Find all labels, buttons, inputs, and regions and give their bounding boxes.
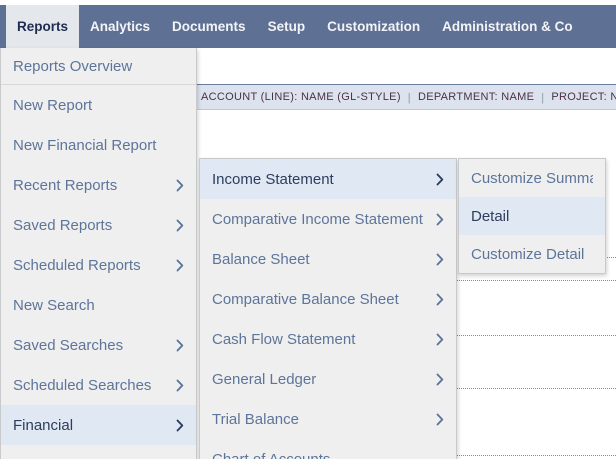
- submenu-chevron-icon: [436, 413, 444, 426]
- submenu-chevron-icon: [436, 253, 444, 266]
- menu-item-financial[interactable]: Financial: [1, 405, 196, 445]
- menu-item-label: Cash Flow Statement: [212, 330, 356, 348]
- submenu-chevron-icon: [436, 333, 444, 346]
- submenu-chevron-icon: [436, 213, 444, 226]
- header-separator: |: [407, 92, 411, 104]
- submenu-chevron-icon: [176, 419, 184, 432]
- menu-item-customize-summary[interactable]: Customize Summary: [459, 159, 605, 197]
- menu-item-label: Trial Balance: [212, 410, 299, 428]
- report-header-segment: ACCOUNT (LINE): NAME (GL-STYLE): [201, 91, 401, 103]
- menu-item-comparative-balance-sheet[interactable]: Comparative Balance Sheet: [200, 279, 456, 319]
- menu-item-general-ledger[interactable]: General Ledger: [200, 359, 456, 399]
- report-header-segment: DEPARTMENT: NAME: [417, 91, 535, 103]
- menu-item-label: Financial: [13, 416, 74, 434]
- submenu-chevron-icon: [436, 173, 444, 186]
- submenu-chevron-icon: [176, 379, 184, 392]
- menu-item-customize-detail[interactable]: Customize Detail: [459, 235, 605, 273]
- menu-item-label: Balance Sheet: [212, 250, 310, 268]
- menu-item-detail[interactable]: Detail: [459, 197, 605, 235]
- submenu-chevron-icon: [176, 179, 184, 192]
- menu-item-label: General Ledger: [212, 370, 317, 388]
- menu-item-reports-overview[interactable]: Reports Overview: [1, 48, 196, 85]
- menu-item-label: Reports Overview: [13, 57, 133, 75]
- menu-item-new-search[interactable]: New Search: [1, 285, 196, 325]
- financial-submenu: Income Statement Comparative Income State…: [199, 158, 457, 459]
- menu-item-scheduled-searches[interactable]: Scheduled Searches: [1, 365, 196, 405]
- menu-item-label: New Financial Report: [13, 136, 157, 154]
- submenu-chevron-icon: [436, 293, 444, 306]
- submenu-chevron-icon: [176, 339, 184, 352]
- menu-item-label: Scheduled Searches: [13, 376, 152, 394]
- reports-dropdown-menu: Reports Overview New Report New Financial …: [0, 48, 197, 459]
- menu-item-saved-reports[interactable]: Saved Reports: [1, 205, 196, 245]
- menu-item-label: Detail: [471, 207, 510, 225]
- menu-item-recent-reports[interactable]: Recent Reports: [1, 165, 196, 205]
- menu-item-chart-of-accounts[interactable]: Chart of Accounts: [200, 439, 456, 459]
- submenu-chevron-icon: [436, 373, 444, 386]
- menu-item-new-financial-report[interactable]: New Financial Report: [1, 125, 196, 165]
- menu-item-cash-flow-statement[interactable]: Cash Flow Statement: [200, 319, 456, 359]
- menu-item-label: New Report: [13, 96, 93, 114]
- menu-item-income-statement[interactable]: Income Statement: [200, 159, 456, 199]
- submenu-chevron-icon: [176, 219, 184, 232]
- menu-item-label: Chart of Accounts: [212, 450, 331, 459]
- income-statement-submenu: Customize Summary Detail Customize Detail: [458, 158, 606, 274]
- header-separator: |: [541, 92, 545, 104]
- menu-item-label: Saved Searches: [13, 336, 124, 354]
- menu-item-label: Comparative Balance Sheet: [212, 290, 399, 308]
- netsuite-app-screen: ACCOUNT (LINE): NAME (GL-STYLE) | DEPARTME…: [0, 0, 616, 459]
- menu-item-label: Scheduled Reports: [13, 256, 141, 274]
- menu-item-scheduled-reports[interactable]: Scheduled Reports: [1, 245, 196, 285]
- menu-item-saved-searches[interactable]: Saved Searches: [1, 325, 196, 365]
- menu-item-label: Saved Reports: [13, 216, 113, 234]
- menu-item-label: Customize Detail: [471, 245, 585, 263]
- menu-item-label: New Search: [13, 296, 95, 314]
- submenu-chevron-icon: [176, 259, 184, 272]
- menu-item-label: Income Statement: [212, 170, 334, 188]
- report-header-segment: PROJECT: NAME: [551, 91, 616, 103]
- menu-item-trial-balance[interactable]: Trial Balance: [200, 399, 456, 439]
- menu-item-balance-sheet[interactable]: Balance Sheet: [200, 239, 456, 279]
- menu-item-label: Recent Reports: [13, 176, 118, 194]
- menu-item-label: Comparative Income Statement: [212, 210, 423, 228]
- menu-item-label: Customize Summary: [471, 169, 593, 187]
- menu-item-comparative-income-statement[interactable]: Comparative Income Statement: [200, 199, 456, 239]
- menu-item-new-report[interactable]: New Report: [1, 85, 196, 125]
